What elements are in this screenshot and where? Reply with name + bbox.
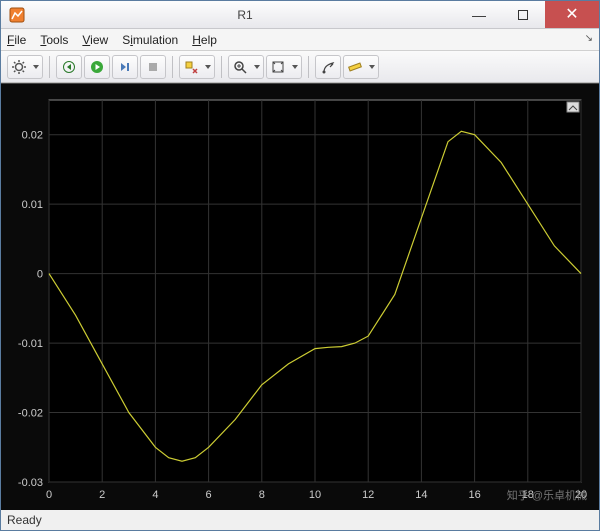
cursor-button[interactable] — [315, 55, 341, 79]
gear-icon — [12, 60, 26, 74]
step-forward-icon — [118, 60, 132, 74]
toolbar-separator — [308, 56, 309, 78]
svg-text:18: 18 — [522, 489, 534, 501]
svg-text:16: 16 — [468, 489, 480, 501]
minimize-button[interactable]: — — [457, 1, 501, 28]
status-bar: Ready — [1, 509, 599, 529]
ruler-icon — [348, 60, 362, 74]
window-title: R1 — [33, 8, 457, 22]
zoom-icon — [233, 60, 247, 74]
scope-chart: 0 2 4 6 8 10 12 14 16 18 20 -0.03 -0.02 -0.01 0 0.01 0.0… — [1, 84, 599, 510]
run-icon — [90, 60, 104, 74]
svg-text:-0.01: -0.01 — [18, 338, 43, 350]
menu-view[interactable]: View — [82, 33, 108, 47]
svg-text:14: 14 — [415, 489, 427, 501]
menu-corner-icon[interactable]: ↘ — [585, 33, 593, 44]
app-icon — [5, 3, 29, 27]
menu-simulation[interactable]: Simulation — [122, 33, 178, 47]
svg-text:-0.03: -0.03 — [18, 477, 43, 489]
step-back-icon — [62, 60, 76, 74]
svg-text:10: 10 — [309, 489, 321, 501]
status-text: Ready — [7, 513, 42, 527]
svg-text:4: 4 — [152, 489, 158, 501]
chevron-down-icon — [205, 65, 211, 69]
close-button[interactable]: ✕ — [545, 1, 599, 28]
menu-tools[interactable]: Tools — [40, 33, 68, 47]
svg-text:0.01: 0.01 — [22, 199, 43, 211]
chevron-down-icon — [369, 65, 375, 69]
stop-button[interactable] — [140, 55, 166, 79]
toolbar-separator — [172, 56, 173, 78]
svg-text:0.02: 0.02 — [22, 130, 43, 142]
cursor-icon — [321, 60, 335, 74]
svg-text:-0.02: -0.02 — [18, 408, 43, 420]
maximize-button[interactable] — [501, 1, 545, 28]
menu-help[interactable]: Help — [192, 33, 217, 47]
highlight-button[interactable] — [179, 55, 215, 79]
chevron-down-icon — [254, 65, 260, 69]
svg-text:2: 2 — [99, 489, 105, 501]
run-button[interactable] — [84, 55, 110, 79]
svg-text:6: 6 — [206, 489, 212, 501]
autoscale-button[interactable] — [266, 55, 302, 79]
svg-text:8: 8 — [259, 489, 265, 501]
menu-bar: File Tools View Simulation Help ↘ — [1, 29, 599, 51]
step-back-button[interactable] — [56, 55, 82, 79]
measure-button[interactable] — [343, 55, 379, 79]
svg-text:20: 20 — [575, 489, 587, 501]
title-bar: R1 — ✕ — [1, 1, 599, 29]
svg-text:0: 0 — [46, 489, 52, 501]
menu-file[interactable]: File — [7, 33, 26, 47]
toolbar-separator — [49, 56, 50, 78]
plot-area[interactable]: 0 2 4 6 8 10 12 14 16 18 20 -0.03 -0.02 -0.01 0 0.01 0.0… — [1, 83, 599, 509]
svg-text:0: 0 — [37, 269, 43, 281]
toolbar — [1, 51, 599, 83]
zoom-button[interactable] — [228, 55, 264, 79]
stop-icon — [146, 60, 160, 74]
configure-button[interactable] — [7, 55, 43, 79]
highlight-icon — [184, 60, 198, 74]
chevron-down-icon — [33, 65, 39, 69]
autoscale-icon — [271, 60, 285, 74]
toolbar-separator — [221, 56, 222, 78]
chevron-down-icon — [292, 65, 298, 69]
step-forward-button[interactable] — [112, 55, 138, 79]
svg-text:12: 12 — [362, 489, 374, 501]
window-buttons: — ✕ — [457, 1, 599, 28]
